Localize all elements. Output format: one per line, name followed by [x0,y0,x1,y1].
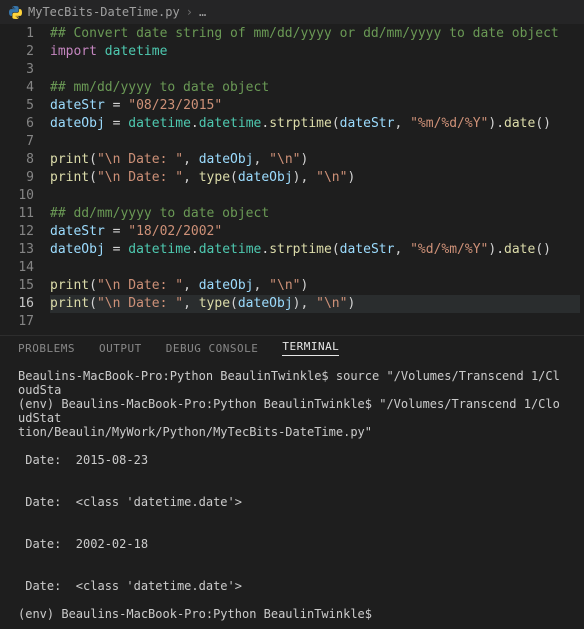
breadcrumb-more[interactable]: … [199,5,206,19]
line-number: 4 [0,79,34,97]
terminal-output[interactable]: Beaulins-MacBook-Pro:Python BeaulinTwink… [0,361,584,629]
code-line[interactable]: ## Convert date string of mm/dd/yyyy or … [50,25,580,43]
breadcrumb-file[interactable]: MyTecBits-DateTime.py [28,5,180,19]
tab-debug-console[interactable]: DEBUG CONSOLE [166,342,259,355]
code-line[interactable]: print("\n Date: ", type(dateObj), "\n") [50,295,580,313]
code-line[interactable]: ## mm/dd/yyyy to date object [50,79,580,97]
tab-output[interactable]: OUTPUT [99,342,142,355]
line-number: 8 [0,151,34,169]
line-number: 5 [0,97,34,115]
line-number: 7 [0,133,34,151]
line-number: 10 [0,187,34,205]
code-line[interactable]: print("\n Date: ", type(dateObj), "\n") [50,169,580,187]
code-line[interactable] [50,187,580,205]
python-icon [8,5,22,19]
breadcrumb-bar: MyTecBits-DateTime.py › … [0,0,584,25]
panel-tabs: PROBLEMS OUTPUT DEBUG CONSOLE TERMINAL [0,335,584,361]
line-number: 13 [0,241,34,259]
chevron-right-icon: › [186,5,193,19]
line-number: 11 [0,205,34,223]
code-line[interactable]: ## dd/mm/yyyy to date object [50,205,580,223]
tab-terminal[interactable]: TERMINAL [282,340,339,356]
line-number: 1 [0,25,34,43]
breadcrumb[interactable]: MyTecBits-DateTime.py › … [0,5,214,19]
line-number: 14 [0,259,34,277]
line-number: 6 [0,115,34,133]
line-number: 12 [0,223,34,241]
code-line[interactable] [50,313,580,331]
code-line[interactable]: print("\n Date: ", dateObj, "\n") [50,277,580,295]
code-line[interactable] [50,133,580,151]
line-number: 3 [0,61,34,79]
code-line[interactable]: dateStr = "18/02/2002" [50,223,580,241]
line-number: 15 [0,277,34,295]
line-number: 9 [0,169,34,187]
code-line[interactable]: dateObj = datetime.datetime.strptime(dat… [50,115,580,133]
tab-problems[interactable]: PROBLEMS [18,342,75,355]
code-line[interactable]: dateStr = "08/23/2015" [50,97,580,115]
code-editor[interactable]: 1234567891011121314151617 ## Convert dat… [0,25,584,335]
line-number: 17 [0,313,34,331]
code-line[interactable]: dateObj = datetime.datetime.strptime(dat… [50,241,580,259]
line-number: 2 [0,43,34,61]
line-number: 16 [0,295,34,313]
code-lines[interactable]: ## Convert date string of mm/dd/yyyy or … [50,25,584,335]
code-line[interactable] [50,259,580,277]
line-gutter: 1234567891011121314151617 [0,25,50,335]
code-line[interactable]: print("\n Date: ", dateObj, "\n") [50,151,580,169]
code-line[interactable]: import datetime [50,43,580,61]
code-line[interactable] [50,61,580,79]
